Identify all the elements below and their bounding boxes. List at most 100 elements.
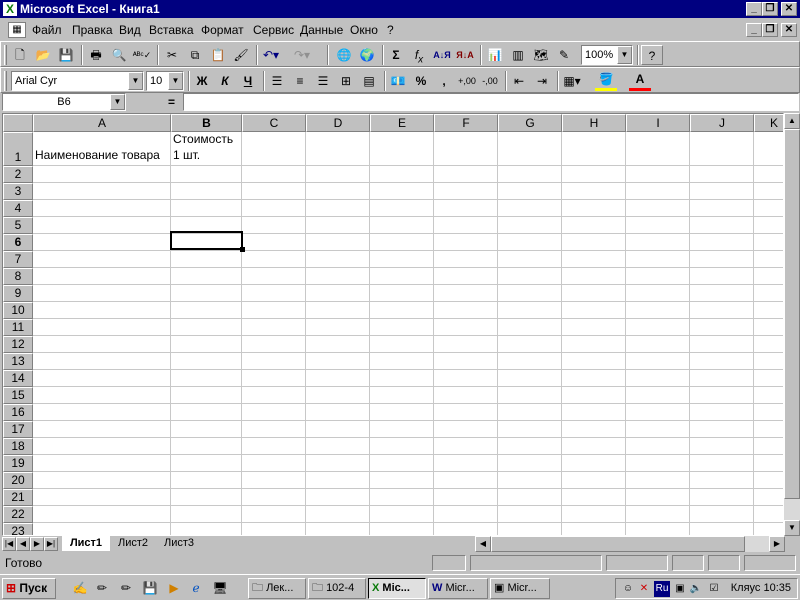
column-header-a[interactable]: A — [33, 114, 171, 132]
chevron-down-icon[interactable]: ▼ — [110, 94, 125, 110]
maximize-button[interactable]: ❐ — [762, 2, 778, 16]
row-header-5[interactable]: 5 — [3, 217, 33, 234]
column-header-g[interactable]: G — [498, 114, 562, 132]
print-preview-icon[interactable]: 🔍 — [108, 45, 130, 65]
align-left-icon[interactable]: ☰ — [266, 71, 288, 91]
scroll-right-icon[interactable]: ▶ — [769, 536, 785, 552]
row-header-11[interactable]: 11 — [3, 319, 33, 336]
row-header-3[interactable]: 3 — [3, 183, 33, 200]
zoom-combo[interactable]: 100% ▼ — [581, 45, 633, 65]
insert-hyperlink-icon[interactable]: 🌐 — [333, 45, 355, 65]
row-header-7[interactable]: 7 — [3, 251, 33, 268]
percent-button[interactable]: % — [410, 71, 432, 91]
last-sheet-icon[interactable]: ▶| — [44, 537, 58, 551]
name-box[interactable]: B6 ▼ — [2, 93, 126, 111]
prev-sheet-icon[interactable]: ◀ — [16, 537, 30, 551]
tray-icon[interactable]: ✕ — [636, 581, 652, 597]
paste-icon[interactable]: 📋 — [207, 45, 229, 65]
sheet-tab-3[interactable]: Лист3 — [156, 536, 202, 551]
new-icon[interactable]: 🗋 — [9, 45, 31, 65]
drawing-icon[interactable]: ✎ — [553, 45, 575, 65]
tray-icon[interactable]: ☺ — [620, 581, 636, 597]
row-header-16[interactable]: 16 — [3, 404, 33, 421]
column-header-b[interactable]: B — [171, 114, 242, 132]
task-word[interactable]: W Micr... — [428, 578, 488, 599]
column-header-j[interactable]: J — [690, 114, 754, 132]
align-center-icon[interactable]: ≡ — [289, 71, 311, 91]
row-header-18[interactable]: 18 — [3, 438, 33, 455]
cell-b1-line1[interactable]: Стоимость — [171, 132, 233, 146]
open-icon[interactable]: 📂 — [32, 45, 54, 65]
menu-edit[interactable]: Правка — [72, 23, 113, 37]
row-header-2[interactable]: 2 — [3, 166, 33, 183]
quicklaunch-icon[interactable]: ✍ — [70, 579, 90, 597]
fill-color-icon[interactable]: 🪣 — [595, 71, 617, 91]
font-size-combo[interactable]: 10 ▼ — [146, 71, 184, 91]
close-button[interactable]: ✕ — [781, 2, 797, 16]
tray-icon[interactable]: ▣ — [672, 581, 688, 597]
pencil-icon[interactable]: ✏ — [116, 579, 136, 597]
bold-button[interactable]: Ж — [191, 71, 213, 91]
menu-window[interactable]: Окно — [350, 23, 378, 37]
chevron-down-icon[interactable]: ▼ — [168, 72, 183, 90]
increase-decimal-icon[interactable]: +,00 — [456, 71, 478, 91]
row-header-23[interactable]: 23 — [3, 523, 33, 535]
row-header-14[interactable]: 14 — [3, 370, 33, 387]
excel-icon[interactable]: X — [3, 2, 17, 16]
formula-input[interactable] — [183, 93, 799, 111]
sheet-tab-2[interactable]: Лист2 — [110, 536, 156, 551]
internet-explorer-icon[interactable]: ℯ — [186, 579, 206, 597]
cell-a1[interactable]: Наименование товара — [33, 148, 160, 162]
next-sheet-icon[interactable]: ▶ — [30, 537, 44, 551]
decrease-indent-icon[interactable]: ⇤ — [508, 71, 530, 91]
row-header-20[interactable]: 20 — [3, 472, 33, 489]
desktop-icon[interactable]: 🖥 — [210, 579, 230, 597]
chart-wizard-icon[interactable]: 📊 — [484, 45, 506, 65]
menu-format[interactable]: Формат — [201, 23, 244, 37]
row-header-21[interactable]: 21 — [3, 489, 33, 506]
row-header-4[interactable]: 4 — [3, 200, 33, 217]
row-header-1[interactable]: 1 — [3, 132, 33, 166]
menu-view[interactable]: Вид — [119, 23, 141, 37]
row-header-17[interactable]: 17 — [3, 421, 33, 438]
fill-handle[interactable] — [240, 247, 245, 252]
sheet-tab-1[interactable]: Лист1 — [62, 536, 110, 551]
worksheet-grid[interactable]: A B C D E F G H I J K 1 2 3 4 5 6 7 8 9 10 11 12 13 1… — [2, 113, 784, 536]
minimize-button[interactable]: _ — [746, 2, 762, 16]
chevron-down-icon[interactable]: ▼ — [617, 46, 632, 64]
currency-icon[interactable]: 💶 — [387, 71, 409, 91]
doc-close-button[interactable]: ✕ — [781, 23, 797, 37]
menu-data[interactable]: Данные — [300, 23, 343, 37]
floppy-icon[interactable]: 💾 — [140, 579, 160, 597]
print-icon[interactable]: 🖶 — [85, 45, 107, 65]
row-header-6[interactable]: 6 — [3, 234, 33, 251]
decrease-decimal-icon[interactable]: -,00 — [479, 71, 501, 91]
column-header-e[interactable]: E — [370, 114, 434, 132]
speaker-icon[interactable]: 🔈 — [688, 581, 704, 597]
scroll-up-icon[interactable]: ▲ — [784, 113, 800, 129]
document-icon[interactable]: ▦ — [8, 22, 26, 38]
scroll-left-icon[interactable]: ◀ — [475, 536, 491, 552]
column-header-h[interactable]: H — [562, 114, 626, 132]
spelling-icon[interactable]: ᴬᴮᶜ✓ — [131, 45, 153, 65]
menu-help[interactable]: ? — [387, 23, 394, 37]
start-button[interactable]: ⊞ Пуск — [2, 578, 56, 599]
menu-file[interactable]: Файл — [32, 23, 62, 37]
italic-button[interactable]: К — [214, 71, 236, 91]
horizontal-scrollbar[interactable]: ◀ ▶ — [475, 536, 785, 552]
column-header-f[interactable]: F — [434, 114, 498, 132]
web-toolbar-icon[interactable]: 🌍 — [356, 45, 378, 65]
paste-function-icon[interactable]: fx — [408, 45, 430, 65]
first-sheet-icon[interactable]: |◀ — [2, 537, 16, 551]
media-icon[interactable]: ▶ — [164, 579, 184, 597]
save-icon[interactable]: 💾 — [55, 45, 77, 65]
row-header-9[interactable]: 9 — [3, 285, 33, 302]
row-header-8[interactable]: 8 — [3, 268, 33, 285]
align-right-icon[interactable]: ☰ — [312, 71, 334, 91]
chevron-down-icon[interactable]: ▼ — [128, 72, 143, 90]
undo-icon[interactable]: ↶▾ — [260, 45, 282, 65]
task-excel[interactable]: X Mic... — [368, 578, 426, 599]
office-assistant-icon[interactable]: ? — [641, 45, 663, 65]
cut-icon[interactable]: ✂ — [161, 45, 183, 65]
row-header-22[interactable]: 22 — [3, 506, 33, 523]
